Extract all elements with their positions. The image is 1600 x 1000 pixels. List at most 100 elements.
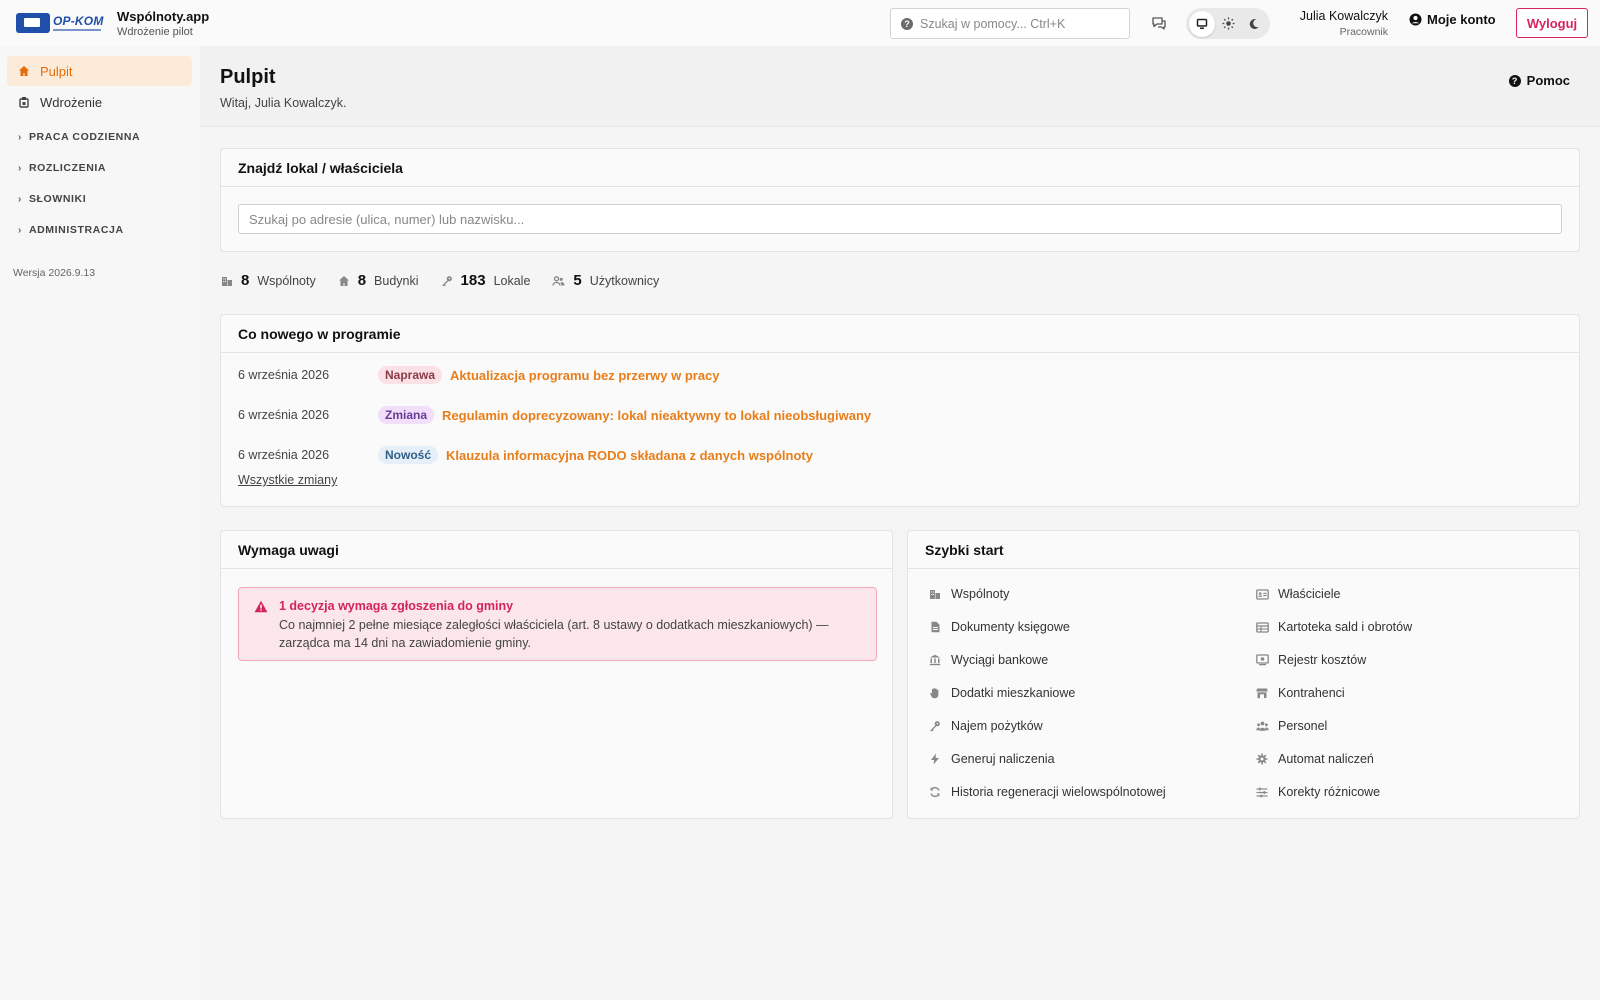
all-changes-link[interactable]: Wszystkie zmiany [238,473,337,487]
page-title: Pulpit [220,66,276,88]
quick-link-dokumenty-ksiegowe[interactable]: Dokumenty księgowe [928,620,1070,634]
stat-lokale[interactable]: 183 Lokale [441,272,530,289]
bank-icon [929,654,941,666]
quick-link-generuj-naliczenia[interactable]: Generuj naliczenia [928,752,1055,766]
quick-link-historia-regeneracji[interactable]: Historia regeneracji wielowspólnotowej [928,785,1166,799]
feedback-button[interactable] [1148,12,1170,34]
sidebar-group-label: ADMINISTRACJA [28,224,124,236]
news-item: 6 września 2026 Nowość Klauzula informac… [238,445,813,465]
app-logo[interactable]: OP-KOM [16,12,104,34]
stat-value: 5 [573,272,582,289]
quick-link-label: Historia regeneracji wielowspólnotowej [951,785,1166,799]
help-button[interactable]: ? Pomoc [1508,73,1570,88]
stat-value: 8 [357,272,367,289]
warning-icon [254,600,268,613]
quick-link-label: Rejestr kosztów [1278,653,1367,667]
logo-badge-icon [16,13,50,33]
sidebar-group-slowniki[interactable]: › SŁOWNIKI [18,193,86,205]
theme-light-button[interactable] [1215,11,1241,37]
buildings-icon [930,590,940,599]
question-icon: ? [901,17,913,30]
people-icon [1255,721,1269,731]
news-link[interactable]: Aktualizacja programu bez przerwy w prac… [450,368,719,383]
sidebar-group-administracja[interactable]: › ADMINISTRACJA [18,224,124,236]
quick-link-label: Właściciele [1278,587,1341,601]
news-link[interactable]: Regulamin doprecyzowany: lokal nieaktywn… [442,408,871,423]
quick-link-label: Wspólnoty [951,587,1010,601]
news-item: 6 września 2026 Naprawa Aktualizacja pro… [238,365,720,385]
stat-value: 183 [460,272,486,289]
quick-link-label: Najem pożytków [951,719,1043,733]
quick-link-rejestr-kosztow[interactable]: Rejestr kosztów [1255,653,1366,667]
quickstart-card: Szybki start Wspólnoty Dokumenty księgow… [907,530,1580,819]
attention-card: Wymaga uwagi 1 decyzja wymaga zgłoszenia… [220,530,893,819]
sidebar-group-praca-codzienna[interactable]: › PRACA CODZIENNA [18,131,140,143]
my-account-button[interactable]: Moje konto [1409,12,1496,27]
news-item: 6 września 2026 Zmiana Regulamin doprecy… [238,405,871,425]
quick-link-automat-naliczen[interactable]: Automat naliczeń [1255,752,1374,766]
logout-button[interactable]: Wyloguj [1516,8,1588,38]
quick-link-label: Kartoteka sald i obrotów [1278,620,1413,634]
sidebar: Pulpit Wdrożenie › PRACA CODZIENNA › ROZ… [0,46,200,1000]
top-bar: OP-KOM Wspólnoty.app Wdrożenie pilot ? J… [0,0,1600,46]
user-circle-icon [1409,13,1422,26]
theme-dark-button[interactable] [1241,11,1267,37]
stat-budynki[interactable]: 8 Budynki [338,272,419,289]
quick-link-kontrahenci[interactable]: Kontrahenci [1255,686,1345,700]
stat-uzytkownicy[interactable]: 5 Użytkownicy [552,272,659,289]
refresh-icon [930,786,940,798]
app-subtitle: Wdrożenie pilot [117,26,193,38]
users-icon [552,275,565,286]
key-icon [930,721,940,732]
sidebar-item-label: Wdrożenie [40,94,103,110]
rocket-icon [19,97,29,108]
quick-link-label: Automat naliczeń [1278,752,1374,766]
find-card-title: Znajdź lokal / właściciela [221,149,1579,187]
quick-link-dodatki-mieszkaniowe[interactable]: Dodatki mieszkaniowe [928,686,1075,700]
news-date: 6 września 2026 [238,408,330,422]
quick-link-label: Dokumenty księgowe [951,620,1070,634]
user-role: Pracownik [1339,26,1388,38]
bolt-icon [931,753,939,765]
moon-icon [1249,18,1259,29]
quick-link-label: Generuj naliczenia [951,752,1055,766]
monitor-icon [1196,18,1208,29]
home-icon [19,66,29,76]
quickstart-card-title: Szybki start [908,531,1579,569]
sidebar-item-pulpit[interactable]: Pulpit [7,56,192,86]
news-link[interactable]: Klauzula informacyjna RODO składana z da… [446,448,813,463]
sidebar-group-label: PRACA CODZIENNA [28,131,141,143]
sidebar-group-label: SŁOWNIKI [28,193,87,205]
stat-value: 8 [241,272,250,289]
chat-icon [1152,16,1166,30]
hand-icon [930,688,939,699]
quick-link-najem-pozytkow[interactable]: Najem pożytków [928,719,1043,733]
alert-box[interactable]: 1 decyzja wymaga zgłoszenia do gminy Co … [238,587,877,661]
chevron-right-icon: › [18,162,22,174]
gear-icon [1256,753,1268,765]
news-badge: Naprawa [378,366,443,384]
find-card: Znajdź lokal / właściciela [220,148,1580,252]
quick-link-personel[interactable]: Personel [1255,719,1327,733]
find-search-input[interactable] [238,204,1562,234]
quick-link-wyciagi-bankowe[interactable]: Wyciągi bankowe [928,653,1048,667]
news-badge: Zmiana [378,406,435,424]
news-date: 6 września 2026 [238,368,330,382]
quick-link-wspolnoty[interactable]: Wspólnoty [928,587,1009,601]
quick-link-wlasciciele[interactable]: Właściciele [1255,587,1341,601]
sun-icon [1222,17,1234,30]
sidebar-group-rozliczenia[interactable]: › ROZLICZENIA [18,162,106,174]
news-badge: Nowość [378,446,439,464]
sidebar-item-wdrozenie[interactable]: Wdrożenie [7,87,192,117]
stat-label: Wspólnoty [257,273,316,288]
theme-system-button[interactable] [1189,10,1215,37]
help-search-input[interactable] [920,16,1120,31]
ledger-icon [1255,621,1269,633]
quick-link-korekty-roznicowe[interactable]: Korekty różnicowe [1255,785,1380,799]
stat-wspolnoty[interactable]: 8 Wspólnoty [221,272,316,289]
stat-label: Budynki [374,273,419,288]
help-label: Pomoc [1526,73,1570,88]
quick-link-kartoteka-sald[interactable]: Kartoteka sald i obrotów [1255,620,1412,634]
news-date: 6 września 2026 [238,448,330,462]
help-search[interactable]: ? [890,8,1130,39]
